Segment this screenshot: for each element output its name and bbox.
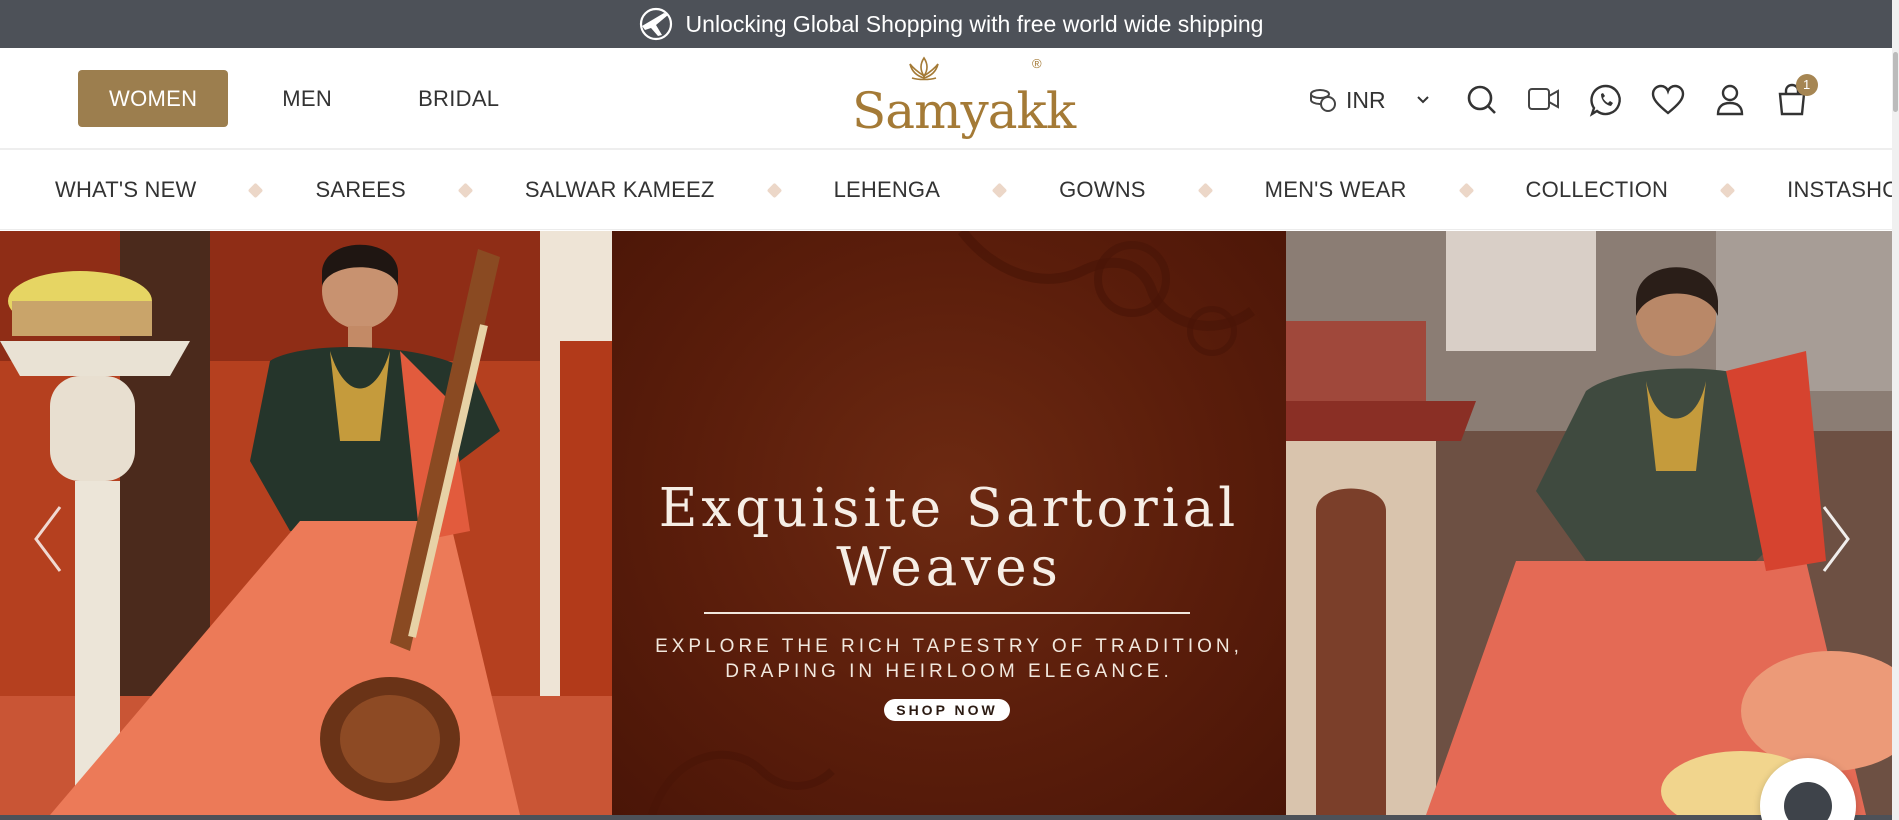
page-scrollbar-thumb[interactable]	[1893, 52, 1898, 112]
samyakk-logo[interactable]: Samyakk ®	[852, 54, 1076, 146]
hero-subtitle: EXPLORE THE RICH TAPESTRY OF TRADITION, …	[612, 634, 1286, 684]
logo-registered-mark: ®	[1032, 56, 1042, 71]
video-call-icon	[1527, 88, 1559, 110]
nav-separator	[1458, 182, 1474, 198]
hero-title-line-1: Exquisite Sartorial	[658, 478, 1240, 539]
hero-promo-panel: Exquisite Sartorial Weaves EXPLORE THE R…	[612, 231, 1286, 815]
hero-subtitle-line-2: DRAPING IN HEIRLOOM ELEGANCE.	[725, 661, 1173, 682]
hero-subtitle-line-1: EXPLORE THE RICH TAPESTRY OF TRADITION,	[655, 636, 1243, 657]
currency-selector[interactable]: INR	[1308, 85, 1430, 115]
search-icon	[1467, 85, 1496, 114]
announcement-bar: Unlocking Global Shopping with free worl…	[0, 0, 1899, 48]
site-header: WOMEN MEN BRIDAL Samyakk ® INR 1	[0, 48, 1899, 150]
category-nav: WHAT'S NEW SAREES SALWAR KAMEEZ LEHENGA …	[0, 150, 1899, 230]
nav-separator	[248, 182, 264, 198]
nav-separator	[457, 182, 474, 198]
hero-carousel[interactable]: Exquisite Sartorial Weaves EXPLORE THE R…	[0, 231, 1899, 815]
whatsapp-button[interactable]	[1588, 82, 1624, 118]
lotus-logo-icon	[909, 56, 939, 81]
account-button[interactable]	[1712, 82, 1748, 118]
whatsapp-icon	[1589, 84, 1621, 117]
video-call-button[interactable]	[1526, 82, 1562, 118]
bottom-edge-bar	[0, 815, 1892, 820]
nav-gowns[interactable]: GOWNS	[1059, 177, 1146, 203]
tab-women[interactable]: WOMEN	[78, 70, 229, 127]
nav-lehenga[interactable]: LEHENGA	[834, 177, 941, 203]
hero-image-model-sitar	[0, 231, 612, 815]
announcement-text: Unlocking Global Shopping with free worl…	[685, 10, 1264, 37]
chat-icon	[1784, 782, 1832, 820]
cart-button[interactable]: 1	[1774, 74, 1818, 118]
hero-title: Exquisite Sartorial Weaves	[612, 479, 1286, 597]
carousel-prev-arrow-icon[interactable]	[30, 503, 66, 575]
page-scrollbar-track[interactable]	[1892, 0, 1899, 820]
currency-icon	[1310, 89, 1336, 112]
account-icon	[1716, 84, 1743, 116]
wishlist-button[interactable]	[1650, 82, 1686, 118]
logo-wordmark: Samyakk	[852, 82, 1076, 140]
nav-separator	[991, 182, 1008, 198]
nav-mens-wear[interactable]: MEN'S WEAR	[1265, 177, 1407, 203]
globe-plane-icon	[639, 7, 672, 41]
tab-bridal[interactable]: BRIDAL	[388, 70, 529, 127]
nav-whats-new[interactable]: WHAT'S NEW	[55, 177, 196, 203]
header-tools: INR 1	[1308, 74, 1836, 120]
hero-title-line-2: Weaves	[836, 537, 1062, 598]
nav-sarees[interactable]: SAREES	[315, 177, 405, 203]
hero-image-model-seated	[1286, 231, 1899, 815]
hero-divider	[704, 612, 1190, 614]
tab-men[interactable]: MEN	[252, 70, 362, 127]
shop-now-button[interactable]: SHOP NOW	[884, 699, 1010, 721]
nav-separator	[1719, 182, 1736, 198]
gender-tabs: WOMEN MEN BRIDAL	[78, 70, 529, 127]
nav-separator	[766, 182, 782, 198]
nav-separator	[1197, 182, 1213, 198]
chat-widget-button[interactable]	[1760, 758, 1856, 820]
wishlist-heart-icon	[1651, 84, 1684, 115]
cart-count-badge: 1	[1795, 74, 1818, 96]
nav-salwar-kameez[interactable]: SALWAR KAMEEZ	[525, 177, 715, 203]
nav-collection[interactable]: COLLECTION	[1526, 177, 1669, 203]
chevron-down-icon	[1416, 96, 1429, 104]
search-button[interactable]	[1464, 82, 1500, 118]
nav-instashop[interactable]: INSTASHOP	[1787, 177, 1899, 203]
carousel-next-arrow-icon[interactable]	[1818, 503, 1854, 575]
currency-label: INR	[1346, 86, 1386, 113]
